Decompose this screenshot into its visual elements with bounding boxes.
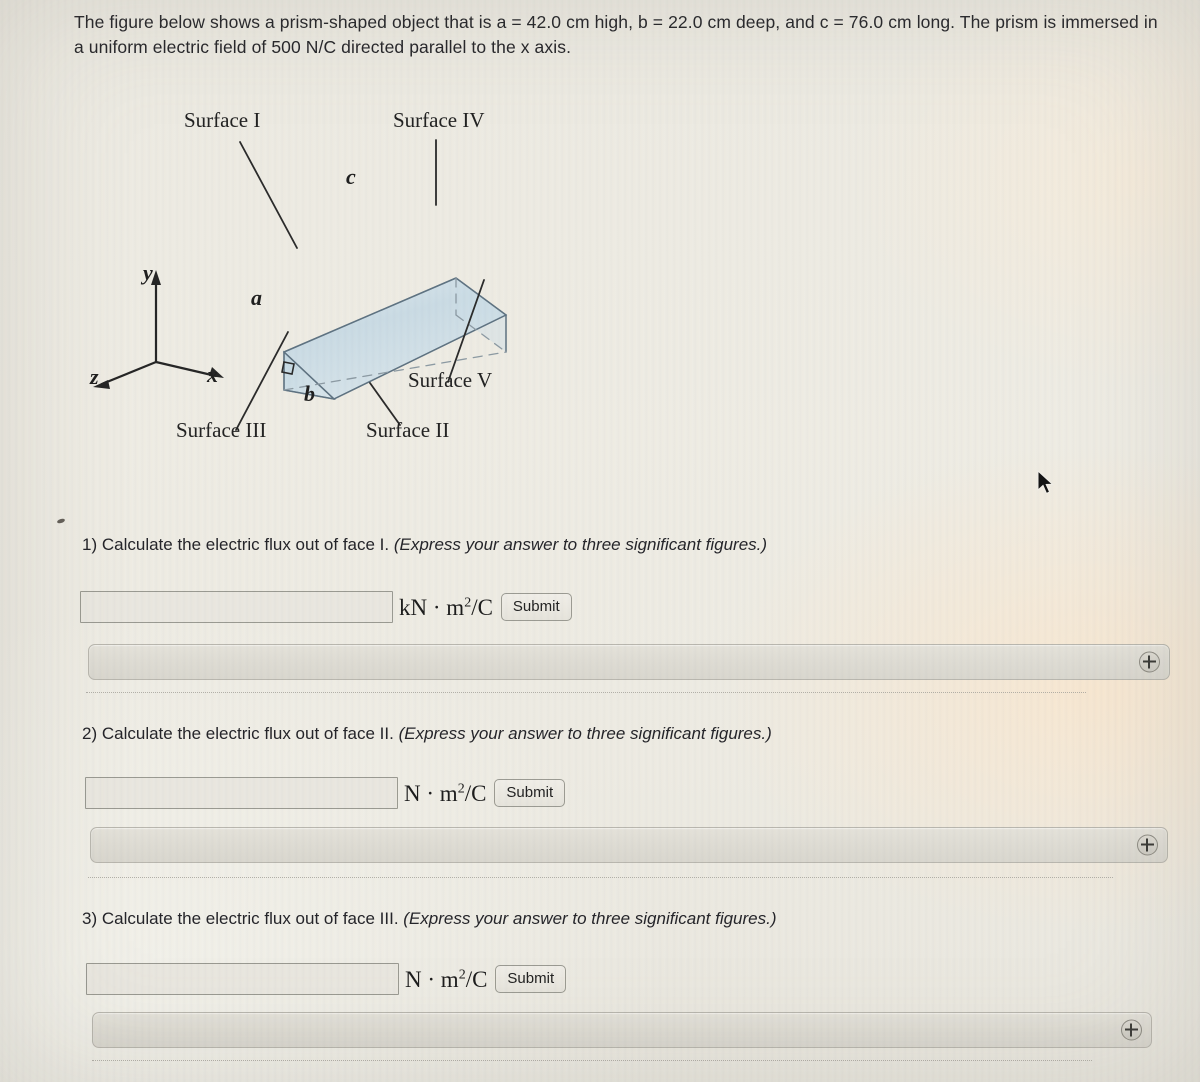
submit-button-2[interactable]: Submit — [494, 778, 566, 808]
question-1-number: 1) — [82, 535, 98, 554]
question-1-text: 1) Calculate the electric flux out of fa… — [82, 535, 767, 555]
expand-plus-icon-1[interactable] — [1139, 651, 1160, 673]
question-1-instruction: (Express your answer to three significan… — [393, 535, 768, 554]
unit-label-1: kN · m2/C — [399, 594, 493, 620]
prism-figure: Surface I Surface IV Surface V Surface I… — [88, 100, 558, 460]
figure-label-surface-iv: Surface IV — [393, 108, 485, 132]
axis-label-z: z — [90, 364, 99, 389]
question-3-instruction: (Express your answer to three significan… — [403, 909, 777, 928]
dust-speck-artifact — [56, 517, 66, 525]
section-divider-1 — [86, 692, 1086, 694]
figure-label-surface-i: Surface I — [184, 108, 261, 132]
expand-plus-icon-2[interactable] — [1137, 834, 1158, 856]
problem-statement: The figure below shows a prism-shaped ob… — [74, 12, 1158, 57]
answer-input-2[interactable] — [85, 777, 398, 809]
figure-label-surface-v: Surface V — [408, 368, 493, 392]
answer-row-1: kN · m2/C Submit — [80, 591, 572, 623]
question-1-body: Calculate the electric flux out of face … — [101, 535, 394, 554]
figure-dimension-c: c — [346, 164, 356, 189]
section-divider-2 — [88, 877, 1113, 879]
answer-input-1[interactable] — [80, 591, 393, 623]
answer-row-3: N · m2/C Submit — [86, 963, 567, 995]
figure-label-surface-ii: Surface II — [366, 418, 450, 442]
expand-plus-icon-3[interactable] — [1121, 1019, 1142, 1041]
figure-dimension-a: a — [251, 285, 262, 310]
answer-row-2: N · m2/C Submit — [85, 777, 566, 809]
submit-button-3[interactable]: Submit — [495, 964, 567, 994]
unit-label-2: N · m2/C — [404, 780, 487, 806]
hint-bar-3[interactable] — [92, 1012, 1152, 1048]
submit-button-1[interactable]: Submit — [500, 592, 572, 622]
question-2-body: Calculate the electric flux out of face … — [101, 724, 399, 743]
answer-input-3[interactable] — [86, 963, 399, 995]
section-divider-3 — [92, 1060, 1092, 1062]
mouse-pointer-icon — [1037, 470, 1054, 495]
question-2-text: 2) Calculate the electric flux out of fa… — [82, 724, 772, 744]
question-2-number: 2) — [82, 724, 98, 743]
unit-label-3: N · m2/C — [405, 966, 488, 992]
prism-diagram-svg — [93, 139, 508, 431]
axis-label-y: y — [143, 260, 153, 285]
coordinate-axes — [100, 278, 218, 386]
question-3-text: 3) Calculate the electric flux out of fa… — [82, 909, 777, 929]
figure-dimension-b: b — [304, 381, 315, 406]
question-3-number: 3) — [82, 909, 98, 928]
figure-label-surface-iii: Surface III — [176, 418, 267, 442]
question-2-instruction: (Express your answer to three significan… — [398, 724, 772, 743]
axis-label-x: x — [207, 362, 218, 387]
question-3-body: Calculate the electric flux out of face … — [101, 909, 404, 928]
page-background: The figure below shows a prism-shaped ob… — [0, 0, 1200, 1082]
hint-bar-2[interactable] — [90, 827, 1168, 863]
hint-bar-1[interactable] — [88, 644, 1170, 680]
